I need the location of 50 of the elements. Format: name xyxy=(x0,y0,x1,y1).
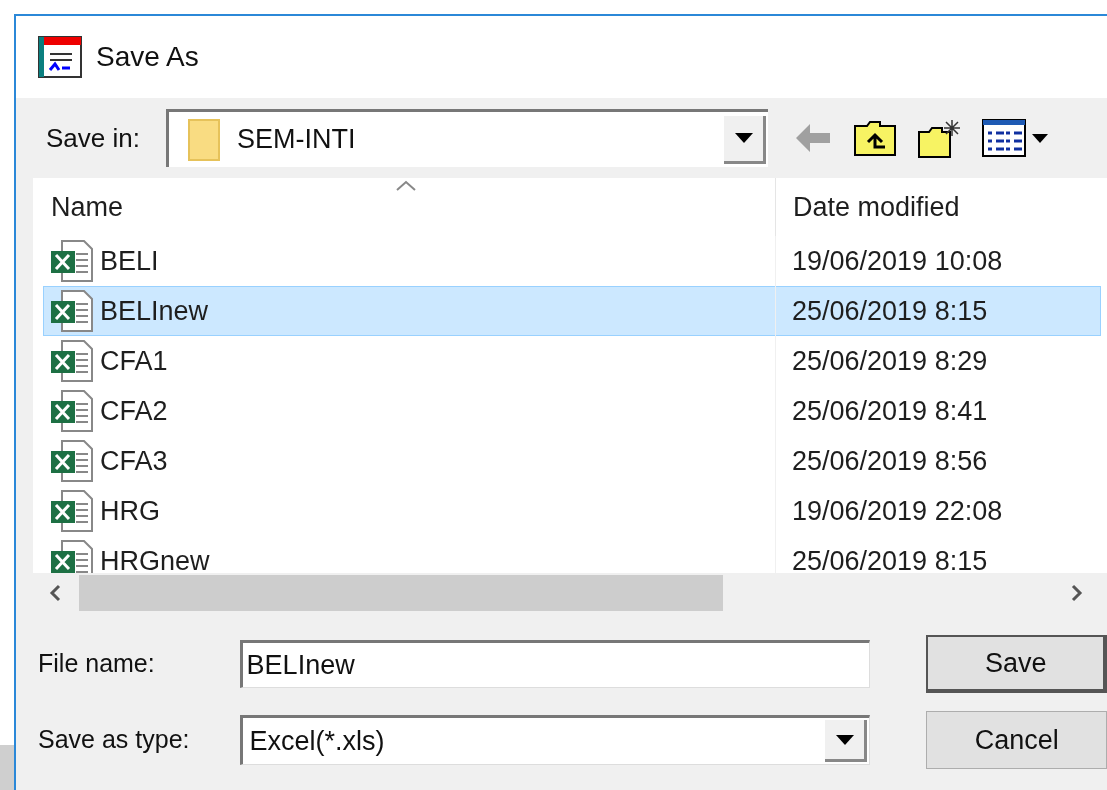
column-header[interactable]: Name xyxy=(33,178,775,236)
file-row[interactable]: HRG 19/06/2019 22:08 xyxy=(43,486,1101,536)
field-label: Save in: xyxy=(46,121,141,155)
cancel-button[interactable]: Cancel xyxy=(926,711,1107,769)
field-label: File name: xyxy=(38,648,156,680)
file-name-field[interactable]: BELInew xyxy=(239,640,871,688)
spreadsheet-file-icon xyxy=(50,390,94,432)
date-modified: 25/06/2019 8:15 xyxy=(792,544,988,573)
file-row[interactable]: BELI 19/06/2019 10:08 xyxy=(43,236,1101,286)
file-row[interactable]: CFA1 25/06/2019 8:29 xyxy=(43,336,1101,386)
file-row[interactable]: BELInew 25/06/2019 8:15 xyxy=(43,286,1101,336)
date-modified: 25/06/2019 8:41 xyxy=(792,394,988,428)
date-modified: 19/06/2019 10:08 xyxy=(792,244,1003,278)
scroll-right-icon[interactable] xyxy=(1071,584,1083,602)
folder-dropdown[interactable]: SEM-INTI xyxy=(166,109,768,167)
file-row[interactable]: CFA2 25/06/2019 8:41 xyxy=(43,386,1101,436)
date-modified: 25/06/2019 8:29 xyxy=(792,344,988,378)
scroll-left-icon[interactable] xyxy=(49,584,61,602)
spreadsheet-file-icon xyxy=(50,340,94,382)
save-button[interactable]: Save xyxy=(926,635,1107,693)
file-type-value: Excel(*.xls) xyxy=(248,724,386,758)
caret-icon xyxy=(1032,133,1048,143)
date-modified: 25/06/2019 8:15 xyxy=(792,294,988,328)
file-name: HRGnew xyxy=(100,544,210,573)
file-name: CFA1 xyxy=(100,344,168,378)
view-menu-button[interactable] xyxy=(982,119,1048,157)
column-header[interactable]: Date modified xyxy=(775,178,1105,236)
file-name: HRG xyxy=(100,494,160,528)
file-row[interactable]: CFA3 25/06/2019 8:56 xyxy=(43,436,1101,486)
date-modified: 25/06/2019 8:56 xyxy=(792,444,988,478)
spreadsheet-file-icon xyxy=(50,440,94,482)
window-title: Save As xyxy=(96,40,199,74)
spreadsheet-file-icon xyxy=(50,290,94,332)
desktop-background xyxy=(0,745,14,790)
file-name: CFA2 xyxy=(100,394,168,428)
file-name: CFA3 xyxy=(100,444,168,478)
folder-icon xyxy=(187,117,221,162)
spreadsheet-file-icon xyxy=(50,240,94,282)
field-label: Save as type: xyxy=(38,724,191,756)
app-icon xyxy=(38,36,82,78)
folder-name: SEM-INTI xyxy=(237,123,357,157)
list-view-icon xyxy=(982,119,1026,157)
date-modified: 19/06/2019 22:08 xyxy=(792,494,1003,528)
file-name: BELInew xyxy=(100,294,209,328)
file-name: BELI xyxy=(100,244,159,278)
file-type-dropdown[interactable]: Excel(*.xls) xyxy=(239,715,871,765)
scrollbar-thumb[interactable] xyxy=(79,575,723,611)
up-folder-icon[interactable] xyxy=(854,120,896,156)
new-folder-icon[interactable] xyxy=(918,118,962,158)
spreadsheet-file-icon xyxy=(50,490,94,532)
